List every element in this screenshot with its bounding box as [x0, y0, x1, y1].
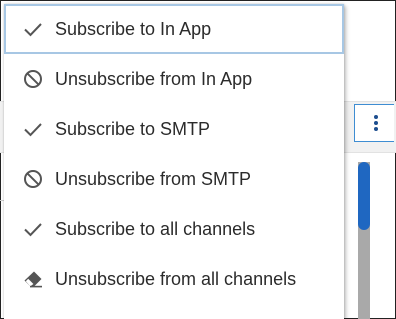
menu-item-unsubscribe-in-app[interactable]: Unsubscribe from In App: [4, 54, 344, 104]
menu-item-label: Subscribe to all channels: [55, 219, 256, 239]
block-icon: [24, 70, 42, 88]
scrollbar-thumb[interactable]: [358, 162, 370, 230]
check-icon: [24, 123, 42, 137]
menu-item-label: Unsubscribe from In App: [55, 69, 253, 89]
eraser-icon: [24, 271, 42, 288]
kebab-dot: [374, 127, 378, 131]
menu-item-unsubscribe-all-channels[interactable]: Unsubscribe from all channels: [4, 254, 344, 304]
menu-item-subscribe-all-channels[interactable]: Subscribe to all channels: [4, 204, 344, 254]
kebab-dot: [374, 121, 378, 125]
menu-item-label: Unsubscribe from all channels: [55, 269, 297, 289]
more-actions-button[interactable]: [354, 104, 394, 142]
menu-item-label: Subscribe to In App: [55, 19, 212, 39]
check-icon: [24, 223, 42, 237]
menu-item-subscribe-in-app[interactable]: Subscribe to In App: [4, 4, 344, 54]
block-icon: [24, 170, 42, 188]
scrollbar[interactable]: [358, 162, 370, 319]
menu-item-subscribe-smtp[interactable]: Subscribe to SMTP: [4, 104, 344, 154]
menu-item-unsubscribe-smtp[interactable]: Unsubscribe from SMTP: [4, 154, 344, 204]
menu-item-label: Unsubscribe from SMTP: [55, 169, 252, 189]
kebab-dot: [374, 115, 378, 119]
menu-item-label: Subscribe to SMTP: [55, 119, 211, 139]
subscription-dropdown-menu: Subscribe to In App Unsubscribe from In …: [4, 4, 344, 319]
check-icon: [24, 23, 42, 37]
